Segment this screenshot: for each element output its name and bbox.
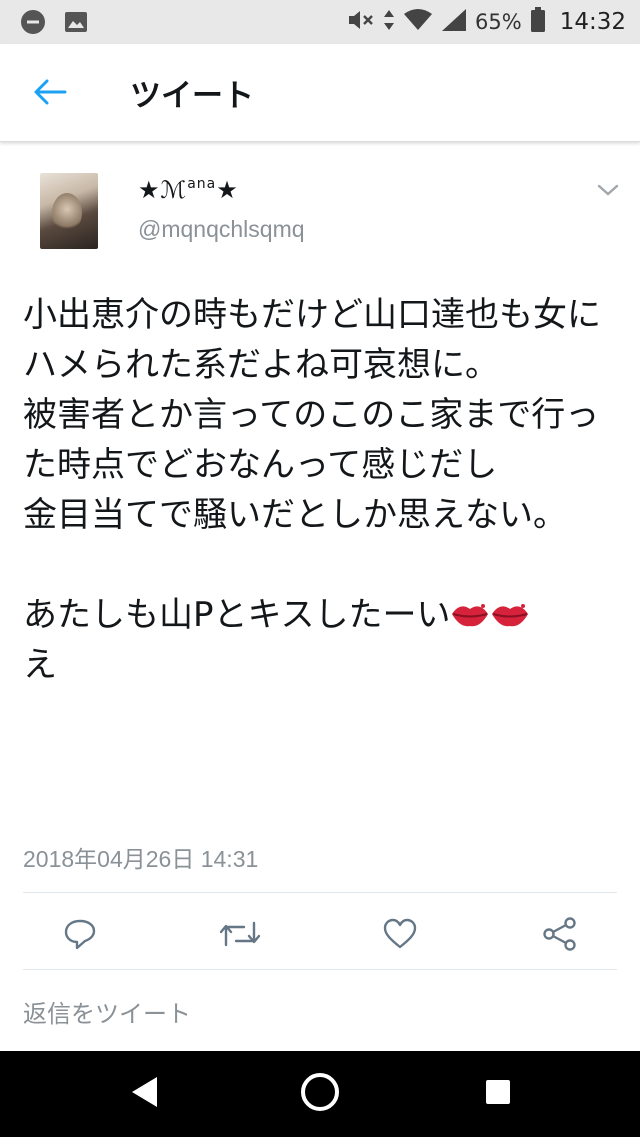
recents-square-icon (484, 1078, 512, 1110)
retweet-button[interactable] (219, 918, 261, 954)
navigation-bar (0, 1051, 640, 1137)
image-icon (64, 11, 88, 37)
like-button[interactable] (380, 918, 420, 954)
share-icon (542, 917, 578, 955)
app-header: ツイート (0, 44, 640, 142)
signal-icon (441, 8, 467, 36)
wifi-icon (403, 8, 433, 36)
arrow-left-icon (33, 79, 67, 109)
kiss-lips-icon (450, 594, 490, 627)
nav-home-button[interactable] (298, 1072, 342, 1116)
chevron-down-icon (596, 183, 620, 202)
back-button[interactable] (28, 74, 72, 114)
home-circle-icon (300, 1072, 340, 1116)
mute-icon (347, 8, 375, 36)
avatar[interactable] (40, 173, 98, 249)
data-arrows-icon (383, 8, 395, 36)
share-button[interactable] (540, 917, 580, 955)
display-name[interactable]: ★ℳana★ (138, 176, 239, 204)
action-bar (0, 903, 640, 969)
minus-circle-icon (20, 9, 46, 39)
battery-icon (530, 7, 546, 37)
reply-icon (63, 918, 97, 954)
username[interactable]: @mqnqchlsqmq (138, 216, 305, 243)
tweet-menu-button[interactable] (596, 182, 624, 202)
reply-button[interactable] (60, 918, 100, 954)
nav-back-button[interactable] (122, 1072, 166, 1116)
nav-recents-button[interactable] (476, 1072, 520, 1116)
kiss-lips-icon (490, 594, 530, 627)
like-icon (382, 918, 418, 954)
page-title: ツイート (130, 78, 254, 114)
back-triangle-icon (129, 1075, 159, 1113)
status-bar: 65% 14:32 (0, 0, 640, 44)
tweet-text: 小出恵介の時もだけど山口達也も女にハメられた系だよね可哀想に。 被害者とか言って… (23, 295, 601, 685)
status-clock: 14:32 (559, 9, 626, 35)
divider (23, 969, 617, 970)
battery-percent: 65% (475, 10, 522, 34)
divider (23, 892, 617, 893)
reply-input[interactable]: 返信をツイート (23, 994, 191, 1029)
tweet-timestamp: 2018年04月26日 14:31 (23, 846, 259, 872)
retweet-icon (219, 919, 261, 953)
